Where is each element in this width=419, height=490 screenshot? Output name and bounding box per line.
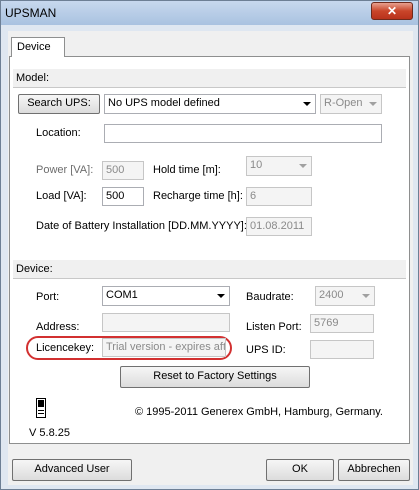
location-label: Location: bbox=[36, 127, 81, 139]
listen-port-input[interactable]: 5769 bbox=[310, 314, 374, 333]
port-label: Port: bbox=[36, 291, 60, 303]
close-button[interactable]: ✕ bbox=[371, 2, 413, 20]
power-input[interactable]: 500 bbox=[102, 161, 144, 180]
cancel-button[interactable]: Abbrechen bbox=[338, 459, 410, 481]
load-input[interactable]: 500 bbox=[102, 187, 144, 206]
ok-button[interactable]: OK bbox=[266, 459, 334, 481]
advanced-user-button[interactable]: Advanced User bbox=[12, 459, 132, 481]
hold-time-label: Hold time [m]: bbox=[153, 164, 221, 176]
ups-model-value: No UPS model defined bbox=[108, 97, 220, 109]
ups-id-label: UPS ID: bbox=[246, 344, 286, 356]
address-label: Address: bbox=[36, 321, 80, 333]
upsman-window: UPSMAN ✕ Device Model: Search UPS: No UP… bbox=[0, 0, 419, 490]
ups-model-select[interactable]: No UPS model defined bbox=[104, 94, 316, 114]
window-title: UPSMAN bbox=[5, 6, 57, 20]
listen-port-label: Listen Port: bbox=[246, 321, 302, 333]
ropen-select[interactable]: R-Open bbox=[320, 94, 382, 114]
chevron-down-icon bbox=[303, 102, 311, 106]
recharge-time-input[interactable]: 6 bbox=[246, 187, 312, 206]
ups-id-input[interactable] bbox=[310, 340, 374, 359]
recharge-time-label: Recharge time [h]: bbox=[153, 190, 243, 202]
hold-time-select[interactable]: 10 bbox=[246, 156, 312, 176]
baudrate-label: Baudrate: bbox=[246, 291, 294, 303]
baudrate-value: 2400 bbox=[319, 289, 344, 301]
reset-factory-settings-button[interactable]: Reset to Factory Settings bbox=[120, 366, 310, 388]
battery-date-label: Date of Battery Installation [DD.MM.YYYY… bbox=[36, 220, 247, 232]
search-ups-button[interactable]: Search UPS: bbox=[18, 94, 100, 114]
device-section-header: Device: bbox=[13, 260, 406, 279]
load-label: Load [VA]: bbox=[36, 190, 87, 202]
version-text: V 5.8.25 bbox=[29, 427, 70, 439]
location-input[interactable] bbox=[104, 124, 382, 143]
address-input[interactable] bbox=[102, 313, 230, 332]
device-icon bbox=[36, 398, 46, 418]
port-value: COM1 bbox=[106, 289, 138, 301]
licencekey-input[interactable]: Trial version - expires afte bbox=[102, 338, 226, 357]
hold-time-value: 10 bbox=[250, 159, 263, 171]
battery-date-input[interactable]: 01.08.2011 bbox=[246, 217, 312, 236]
baudrate-select[interactable]: 2400 bbox=[315, 286, 375, 306]
chevron-down-icon bbox=[369, 102, 377, 106]
copyright-text: © 1995-2011 Generex GmbH, Hamburg, Germa… bbox=[135, 406, 383, 418]
device-tab-panel: Model: Search UPS: No UPS model defined … bbox=[9, 56, 410, 444]
chevron-down-icon bbox=[217, 294, 225, 298]
licencekey-label: Licencekey: bbox=[36, 342, 95, 354]
model-section-header: Model: bbox=[13, 69, 406, 88]
tab-device[interactable]: Device bbox=[11, 37, 65, 57]
port-select[interactable]: COM1 bbox=[102, 286, 230, 306]
client-area: Device Model: Search UPS: No UPS model d… bbox=[8, 31, 413, 485]
chevron-down-icon bbox=[299, 164, 307, 168]
ropen-value: R-Open bbox=[324, 97, 363, 109]
title-bar[interactable]: UPSMAN ✕ bbox=[1, 1, 418, 25]
chevron-down-icon bbox=[362, 294, 370, 298]
close-icon: ✕ bbox=[386, 4, 398, 18]
power-label: Power [VA]: bbox=[36, 164, 94, 176]
